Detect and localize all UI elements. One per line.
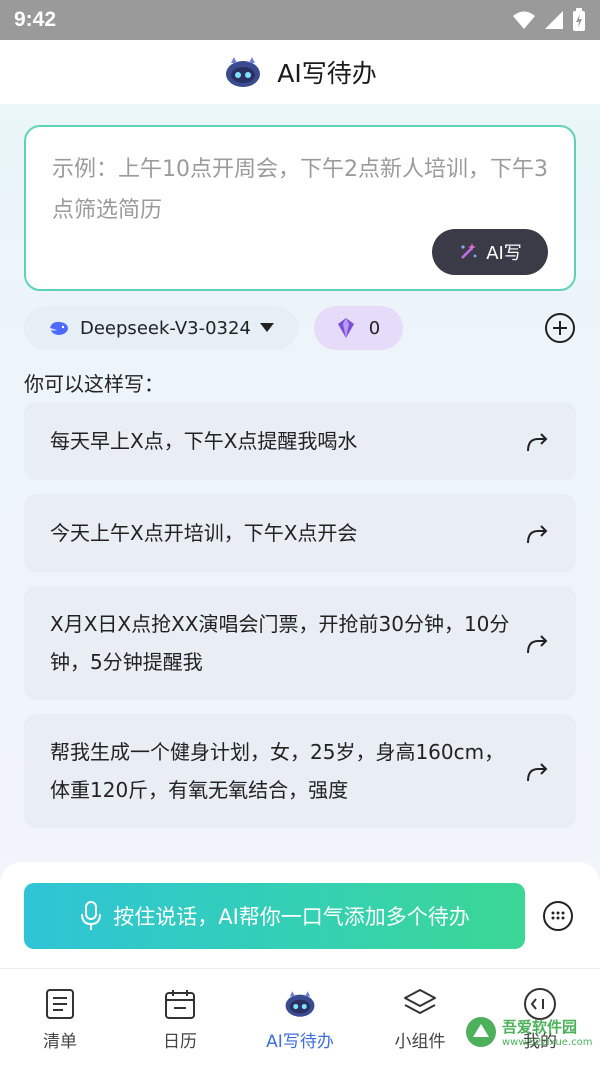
nav-item-ai-todo[interactable]: AI写待办 [240,969,360,1066]
credit-badge[interactable]: 0 [314,306,403,350]
nav-item-list[interactable]: 清单 [0,969,120,1066]
suggestions-heading: 你可以这样写： [24,372,164,396]
chevron-down-icon [260,323,274,332]
calendar-icon [165,990,195,1019]
suggestion-card[interactable]: 帮我生成一个健身计划，女，25岁，身高160cm，体重120斤，有氧无氧结合，强… [24,714,576,828]
status-icons [512,8,586,32]
status-bar: 9:42 [0,0,600,40]
model-name: Deepseek-V3-0324 [80,317,251,339]
insert-arrow-icon [527,433,548,452]
ai-write-button[interactable]: AI写 [432,229,548,275]
watermark-url: www.52zixue.com [502,1037,593,1048]
nav-label: 日历 [163,1032,197,1052]
robot-icon [285,991,315,1017]
layers-icon [404,989,436,1014]
prompt-placeholder: 示例：上午10点开周会，下午2点新人培训，下午3点筛选简历 [52,157,548,223]
sparkle-icon [461,243,477,259]
status-time: 9:42 [14,8,57,31]
signal-icon [545,11,563,29]
page-title: AI写待办 [277,59,377,88]
suggestion-text: 帮我生成一个健身计划，女，25岁，身高160cm，体重120斤，有氧无氧结合，强… [50,740,505,802]
nav-label: 小组件 [394,1032,446,1052]
nav-item-calendar[interactable]: 日历 [120,969,240,1066]
ai-write-label: AI写 [486,243,522,264]
deepseek-whale-icon [50,321,68,335]
nav-item-widgets[interactable]: 小组件 [360,969,480,1066]
insert-arrow-icon [527,635,548,654]
credit-count: 0 [368,317,381,339]
watermark: 吾爱软件园 www.52zixue.com [464,1004,594,1060]
suggestion-text: 每天早上X点，下午X点提醒我喝水 [50,429,358,453]
list-icon [46,989,74,1019]
site-logo-icon [466,1017,496,1047]
add-circle-icon[interactable] [544,312,576,344]
microphone-icon [81,901,102,930]
prompt-input[interactable]: 示例：上午10点开周会，下午2点新人培训，下午3点筛选简历 AI写 [24,125,576,291]
model-row: Deepseek-V3-0324 0 [24,306,576,350]
insert-arrow-icon [527,763,548,782]
suggestion-card[interactable]: 每天早上X点，下午X点提醒我喝水 [24,402,576,480]
nav-label: 清单 [43,1032,77,1052]
suggestion-card[interactable]: X月X日X点抢XX演唱会门票，开抢前30分钟，10分钟，5分钟提醒我 [24,586,576,700]
battery-icon [573,8,585,31]
suggestion-card[interactable]: 今天上午X点开培训，下午X点开会 [24,494,576,572]
model-select[interactable]: Deepseek-V3-0324 [24,306,298,350]
suggestion-text: X月X日X点抢XX演唱会门票，开抢前30分钟，10分钟，5分钟提醒我 [50,612,510,674]
crystal-icon [337,318,354,338]
hold-to-talk-button[interactable]: 按住说话，AI帮你一口气添加多个待办 [24,883,525,949]
suggestion-text: 今天上午X点开培训，下午X点开会 [50,521,358,545]
voice-label: 按住说话，AI帮你一口气添加多个待办 [113,905,470,929]
watermark-name: 吾爱软件园 [502,1018,578,1036]
robot-icon [226,57,261,87]
app-bar: AI写待办 [0,40,600,104]
voice-input-area: 按住说话，AI帮你一口气添加多个待办 [0,862,600,968]
insert-arrow-icon [527,525,548,544]
keyboard-icon[interactable] [542,900,574,932]
wifi-icon [513,11,535,29]
nav-label: AI写待办 [266,1032,334,1052]
